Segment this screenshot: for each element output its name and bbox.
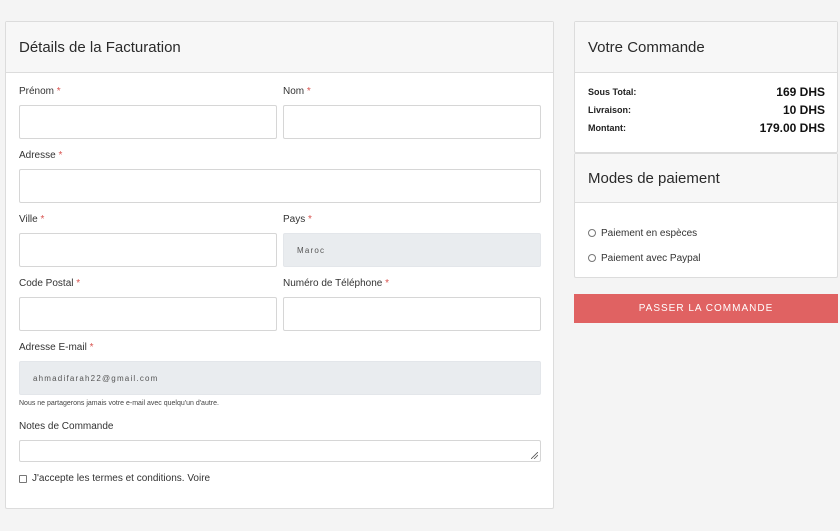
required-mark: * (56, 86, 61, 97)
subtotal-value: 169 DHS (776, 85, 825, 99)
payment-card: Modes de paiement Paiement en espèces Pa… (574, 153, 838, 278)
resize-handle-icon[interactable] (531, 452, 538, 459)
shipping-label: Livraison: (588, 105, 632, 115)
last-name-input[interactable] (283, 105, 541, 139)
phone-input[interactable] (283, 297, 541, 331)
first-name-input[interactable] (19, 105, 277, 139)
email-label: Adresse E-mail * (19, 342, 94, 353)
country-input: Maroc (283, 233, 541, 267)
payment-cash-label[interactable]: Paiement en espèces (601, 228, 697, 239)
email-input: ahmadifarah22@gmail.com (19, 361, 541, 395)
address-input[interactable] (19, 169, 541, 203)
total-row: Montant: 179.00 DHS (588, 120, 825, 136)
total-label: Montant: (588, 123, 626, 133)
required-mark: * (89, 342, 94, 353)
place-order-button[interactable]: PASSER LA COMMANDE (574, 294, 838, 323)
country-label: Pays * (283, 214, 312, 225)
subtotal-row: Sous Total: 169 DHS (588, 84, 825, 100)
required-mark: * (306, 86, 311, 97)
required-mark: * (40, 214, 45, 225)
shipping-value: 10 DHS (782, 103, 825, 117)
required-mark: * (76, 278, 81, 289)
payment-title: Modes de paiement (588, 169, 720, 187)
order-title: Votre Commande (588, 38, 705, 56)
total-value: 179.00 DHS (759, 121, 825, 135)
city-input[interactable] (19, 233, 277, 267)
payment-header: Modes de paiement (575, 153, 837, 203)
city-label: Ville * (19, 214, 45, 225)
address-label: Adresse * (19, 150, 63, 161)
phone-label: Numéro de Téléphone * (283, 278, 390, 289)
required-mark: * (308, 214, 312, 225)
payment-paypal-radio[interactable] (588, 254, 596, 262)
payment-paypal-label[interactable]: Paiement avec Paypal (601, 253, 701, 264)
order-header: Votre Commande (575, 22, 837, 73)
order-card: Votre Commande Sous Total: 169 DHS Livra… (574, 21, 838, 153)
postal-code-label: Code Postal * (19, 278, 81, 289)
subtotal-label: Sous Total: (588, 87, 637, 97)
terms-checkbox[interactable] (19, 475, 27, 483)
notes-label: Notes de Commande (19, 421, 114, 432)
terms-label[interactable]: J'accepte les termes et conditions. Voir… (32, 473, 210, 484)
billing-header: Détails de la Facturation (6, 22, 553, 73)
required-mark: * (58, 150, 63, 161)
email-help-text: Nous ne partagerons jamais votre e-mail … (19, 400, 219, 407)
postal-code-input[interactable] (19, 297, 277, 331)
shipping-row: Livraison: 10 DHS (588, 102, 825, 118)
billing-title: Détails de la Facturation (19, 38, 181, 56)
notes-textarea[interactable] (19, 440, 541, 462)
first-name-label: Prénom * (19, 86, 61, 97)
last-name-label: Nom * (283, 86, 311, 97)
required-mark: * (385, 278, 390, 289)
payment-cash-radio[interactable] (588, 229, 596, 237)
billing-card: Détails de la Facturation Prénom * Nom *… (5, 21, 554, 509)
